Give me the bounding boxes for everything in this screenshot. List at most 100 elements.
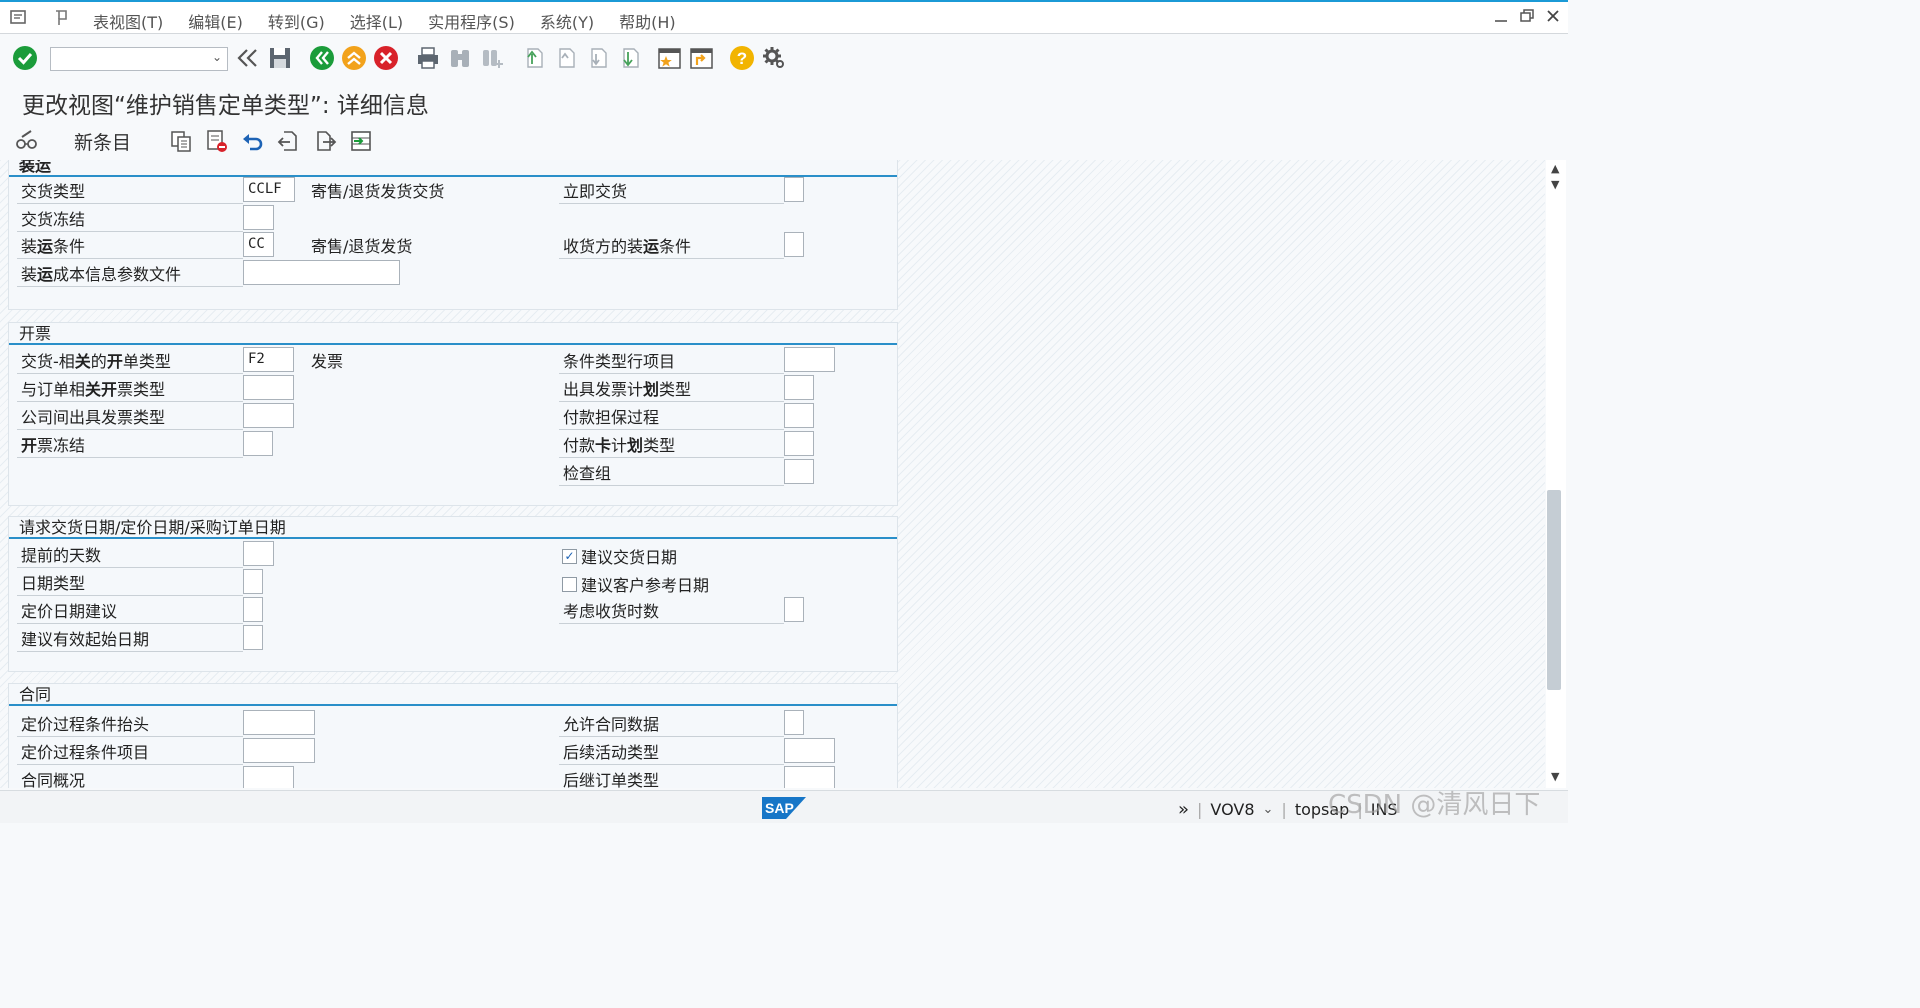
exit-button[interactable] — [340, 44, 368, 72]
help-icon: ? — [730, 46, 754, 70]
find-button[interactable] — [446, 44, 474, 72]
scroll-down-icon[interactable]: ▼ — [1551, 178, 1559, 191]
binoculars-plus-icon — [483, 50, 503, 68]
back-icon — [310, 46, 334, 70]
follow-up-activity-field[interactable] — [784, 738, 835, 763]
contract-profile-field[interactable] — [243, 766, 294, 788]
checkbox-checked-icon[interactable]: ✓ — [562, 548, 577, 564]
propose-delivery-date-checkbox[interactable]: ✓ 建议交货日期 — [562, 545, 677, 567]
lead-time-days-label: 提前的天数 — [17, 543, 243, 568]
immediate-delivery-field[interactable] — [784, 177, 804, 202]
pricing-header-field[interactable] — [243, 710, 315, 735]
scrollbar-thumb[interactable] — [1547, 490, 1561, 690]
minimize-icon[interactable] — [1494, 8, 1508, 24]
menu-goto[interactable]: 转到(G) — [268, 9, 325, 33]
section-title: 请求交货日期/定价日期/采购订单日期 — [9, 517, 897, 539]
copy-as-button[interactable] — [168, 128, 194, 154]
command-field[interactable]: ⌄ — [50, 47, 228, 71]
restore-icon[interactable] — [1520, 8, 1534, 24]
lead-time-receipt-field[interactable] — [784, 597, 804, 622]
billing-plan-type-field[interactable] — [784, 375, 814, 400]
vertical-scrollbar[interactable]: ▲ ▼ ▼ — [1546, 160, 1566, 788]
intercompany-billing-field[interactable] — [243, 403, 294, 428]
next-entry-button[interactable] — [312, 128, 338, 154]
last-page-button[interactable] — [616, 44, 644, 72]
delivery-block-field[interactable] — [243, 205, 274, 230]
billing-block-field[interactable] — [243, 431, 273, 456]
contract-profile-label: 合同概况 — [17, 768, 243, 788]
delete-button[interactable] — [204, 128, 230, 154]
intercompany-billing-label: 公司间出具发票类型 — [17, 405, 243, 430]
pricing-item-label: 定价过程条件项目 — [17, 740, 243, 765]
propose-delivery-date-label: 建议交货日期 — [581, 548, 678, 567]
condition-type-item-field[interactable] — [784, 347, 835, 372]
save-button[interactable] — [266, 44, 294, 72]
section-contract: 合同 定价过程条件抬头 允许合同数据 定价过程条件项目 后续活动类型 合同概况 … — [8, 683, 898, 788]
select-block-button[interactable] — [348, 128, 374, 154]
create-session-button[interactable] — [656, 44, 684, 72]
menu-system[interactable]: 系统(Y) — [540, 9, 594, 33]
customize-layout-button[interactable] — [760, 44, 788, 72]
scroll-up-icon[interactable]: ▲ — [1551, 162, 1559, 175]
menu-utilities[interactable]: 实用程序(S) — [428, 9, 515, 33]
status-toggle-icon[interactable]: » — [1178, 799, 1189, 820]
undo-button[interactable] — [240, 128, 266, 154]
shortcut-button[interactable] — [688, 44, 716, 72]
check-group-label: 检查组 — [559, 461, 784, 486]
menu-table-view[interactable]: 表视图(T) — [93, 9, 163, 33]
ship-to-conditions-field[interactable] — [784, 232, 804, 257]
pin-icon[interactable] — [52, 9, 72, 27]
chevron-down-icon[interactable]: ⌄ — [212, 50, 222, 64]
checkbox-unchecked-icon[interactable] — [562, 576, 577, 592]
order-billing-type-field[interactable] — [243, 375, 294, 400]
delivery-type-label: 交货类型 — [17, 179, 243, 204]
payment-guarantee-field[interactable] — [784, 403, 814, 428]
next-page-button[interactable] — [584, 44, 612, 72]
date-type-field[interactable] — [243, 569, 263, 594]
new-entries-button[interactable]: 新条目 — [74, 128, 131, 155]
valid-from-proposal-field[interactable] — [243, 625, 263, 650]
enter-button[interactable] — [11, 44, 39, 72]
help-button[interactable]: ? — [728, 44, 756, 72]
shipping-conditions-label: 装运条件 — [17, 234, 243, 259]
display-change-button[interactable] — [14, 128, 40, 154]
previous-page-icon — [559, 48, 575, 68]
history-back-button[interactable] — [234, 44, 262, 72]
delivery-type-description: 寄售/退货发货交货 — [311, 182, 445, 201]
command-input[interactable] — [55, 48, 205, 68]
scroll-bottom-icon[interactable]: ▼ — [1551, 770, 1559, 783]
delivery-type-field[interactable]: CCLF — [243, 177, 295, 202]
section-title: 开票 — [9, 323, 897, 345]
copy-icon — [171, 131, 191, 152]
menu-selection[interactable]: 选择(L) — [350, 9, 403, 33]
glasses-pencil-icon — [16, 130, 37, 149]
menu-edit[interactable]: 编辑(E) — [188, 9, 243, 33]
previous-entry-button[interactable] — [276, 128, 302, 154]
condition-type-item-label: 条件类型行项目 — [559, 349, 784, 374]
first-page-button[interactable] — [520, 44, 548, 72]
app-menu-icon[interactable] — [10, 9, 28, 25]
back-button[interactable] — [308, 44, 336, 72]
shipping-conditions-field[interactable]: CC — [243, 232, 274, 257]
subsequent-order-type-field[interactable] — [784, 766, 835, 788]
menu-bar: 表视图(T) 编辑(E) 转到(G) 选择(L) 实用程序(S) 系统(Y) 帮… — [0, 0, 1568, 34]
lead-time-days-field[interactable] — [243, 541, 274, 566]
chevron-down-icon[interactable]: ⌄ — [1263, 802, 1274, 817]
menu-help[interactable]: 帮助(H) — [619, 9, 676, 33]
application-toolbar: 新条目 — [0, 124, 1568, 158]
propose-po-date-checkbox[interactable]: 建议客户参考日期 — [562, 573, 709, 595]
pricing-date-proposal-field[interactable] — [243, 597, 263, 622]
check-group-field[interactable] — [784, 459, 814, 484]
watermark: CSDN @清风日下 — [1328, 790, 1541, 820]
delivery-billing-type-field[interactable]: F2 — [243, 347, 294, 372]
previous-page-button[interactable] — [552, 44, 580, 72]
cancel-button[interactable] — [372, 44, 400, 72]
find-next-button[interactable] — [478, 44, 506, 72]
payment-card-plan-field[interactable] — [784, 431, 814, 456]
pricing-item-field[interactable] — [243, 738, 315, 763]
shipping-cost-profile-field[interactable] — [243, 260, 400, 285]
allow-contract-data-field[interactable] — [784, 710, 804, 735]
cancel-icon — [374, 46, 398, 70]
print-button[interactable] — [414, 44, 442, 72]
close-window-icon[interactable] — [1546, 8, 1560, 24]
